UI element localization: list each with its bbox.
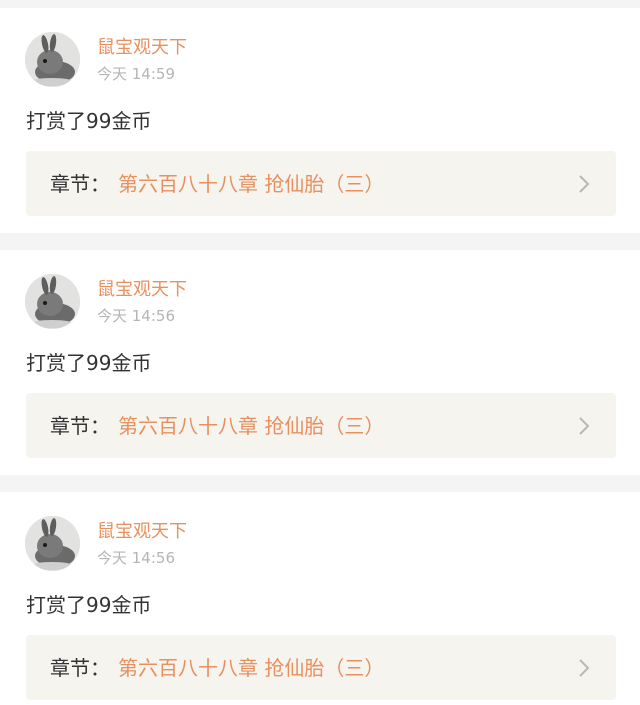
reward-entry: 鼠宝观天下 今天 14:56 打赏了99金币 章节： 第六百八十八章 抢仙胎（三… [0,492,640,705]
timestamp: 今天 14:59 [97,65,175,83]
username[interactable]: 鼠宝观天下 [97,521,187,543]
chevron-right-icon [574,657,594,679]
reward-message: 打赏了99金币 [26,109,152,133]
chapter-title: 第六百八十八章 抢仙胎（三） [118,656,385,680]
chevron-right-icon [574,415,594,437]
chapter-title: 第六百八十八章 抢仙胎（三） [118,172,385,196]
user-avatar[interactable] [25,516,80,571]
username[interactable]: 鼠宝观天下 [97,37,187,59]
user-avatar[interactable] [25,274,80,329]
username[interactable]: 鼠宝观天下 [97,279,187,301]
reward-message: 打赏了99金币 [26,593,152,617]
chapter-label: 章节： [50,414,110,438]
timestamp: 今天 14:56 [97,307,175,325]
reward-message: 打赏了99金币 [26,351,152,375]
chapter-label: 章节： [50,172,110,196]
chapter-link[interactable]: 章节： 第六百八十八章 抢仙胎（三） [26,393,616,458]
user-avatar[interactable] [25,32,80,87]
reward-entry: 鼠宝观天下 今天 14:56 打赏了99金币 章节： 第六百八十八章 抢仙胎（三… [0,250,640,475]
reward-entry: 鼠宝观天下 今天 14:59 打赏了99金币 章节： 第六百八十八章 抢仙胎（三… [0,8,640,233]
reward-feed: 鼠宝观天下 今天 14:59 打赏了99金币 章节： 第六百八十八章 抢仙胎（三… [0,0,640,705]
chapter-label: 章节： [50,656,110,680]
chapter-link[interactable]: 章节： 第六百八十八章 抢仙胎（三） [26,151,616,216]
timestamp: 今天 14:56 [97,549,175,567]
chapter-link[interactable]: 章节： 第六百八十八章 抢仙胎（三） [26,635,616,700]
chevron-right-icon [574,173,594,195]
chapter-title: 第六百八十八章 抢仙胎（三） [118,414,385,438]
